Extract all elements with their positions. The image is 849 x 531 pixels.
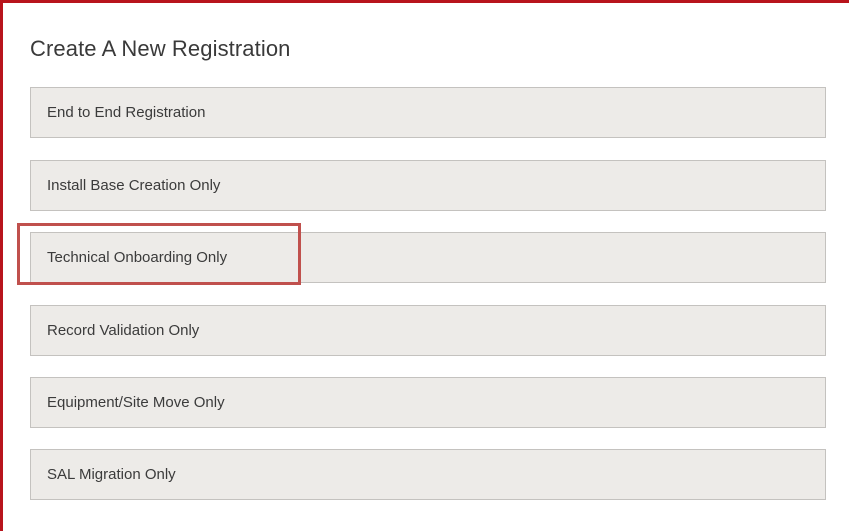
- sal-migration-button[interactable]: SAL Migration Only: [30, 449, 826, 500]
- install-base-creation-button[interactable]: Install Base Creation Only: [30, 160, 826, 211]
- page-title: Create A New Registration: [30, 36, 291, 61]
- option-label: Record Validation Only: [47, 322, 200, 339]
- option-label: Technical Onboarding Only: [47, 249, 228, 266]
- option-label: Equipment/Site Move Only: [47, 394, 225, 411]
- technical-onboarding-button[interactable]: Technical Onboarding Only: [30, 232, 826, 283]
- record-validation-button[interactable]: Record Validation Only: [30, 305, 826, 356]
- registration-panel: Create A New Registration End to End Reg…: [0, 0, 849, 531]
- option-label: End to End Registration: [47, 104, 206, 121]
- option-label: Install Base Creation Only: [47, 177, 221, 194]
- option-label: SAL Migration Only: [47, 466, 176, 483]
- end-to-end-registration-button[interactable]: End to End Registration: [30, 87, 826, 138]
- equipment-site-move-button[interactable]: Equipment/Site Move Only: [30, 377, 826, 428]
